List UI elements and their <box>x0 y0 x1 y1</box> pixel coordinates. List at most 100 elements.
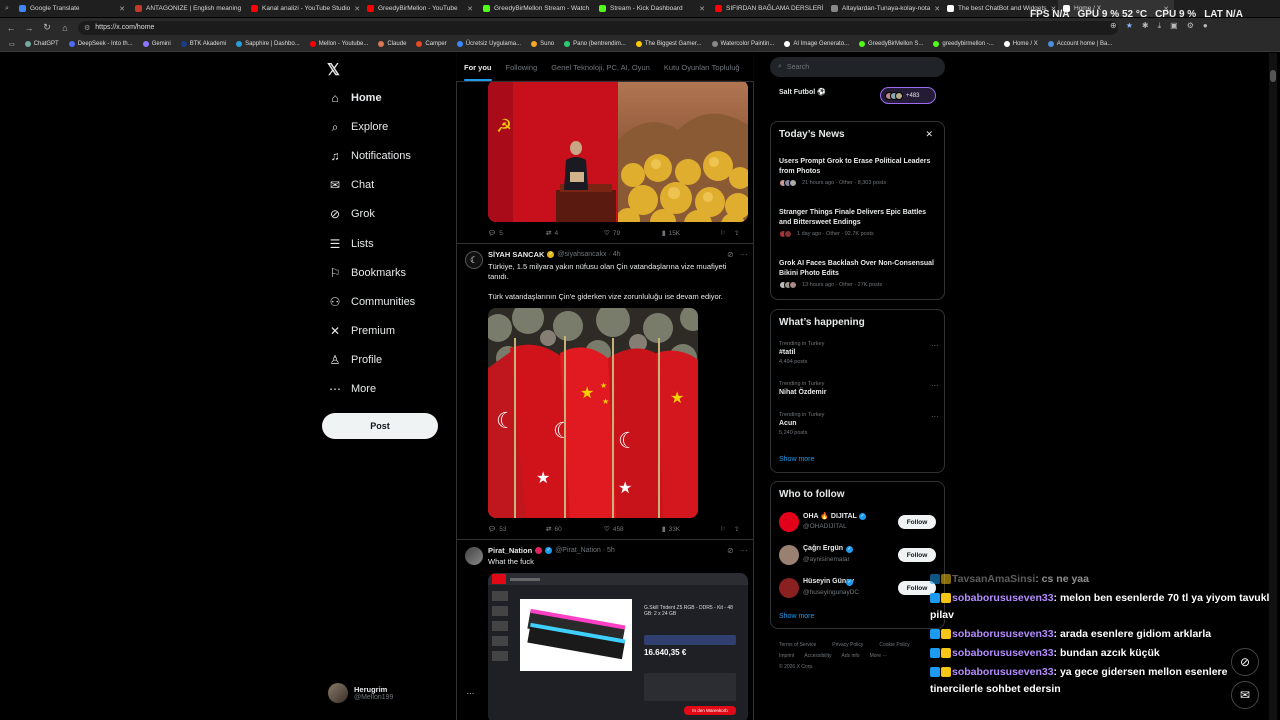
footer-link[interactable]: Privacy Policy <box>832 640 863 651</box>
trend-item[interactable]: Trending in Turkey Nihat Özdemir ··· <box>779 381 939 396</box>
bookmark-item[interactable]: greedybirmellon -... <box>928 41 998 47</box>
bookmark-item[interactable]: Ücretsiz Uygulama... <box>452 41 526 47</box>
search-input[interactable]: ⌕ Search <box>770 57 945 77</box>
sidebar-item-lists[interactable]: ☰ Lists <box>328 235 374 253</box>
tab-kutu-oyunlar-toplulu[interactable]: Kutu Oyunları Topluluğ <box>664 63 740 72</box>
share-icon[interactable]: ⇪ <box>734 229 748 237</box>
trend-item[interactable]: Trending in Turkey Acun 5,240 posts ··· <box>779 412 939 436</box>
bookmark-icon[interactable]: ⚐ <box>720 525 734 533</box>
reply-button[interactable]: 💬︎ 5 <box>488 229 546 238</box>
tab-following[interactable]: Following <box>506 63 538 72</box>
browser-tab[interactable]: ANTAGONIZE | English meaning✕ <box>130 0 246 17</box>
news-item[interactable]: Users Prompt Grok to Erase Political Lea… <box>779 157 939 187</box>
bookmark-item[interactable]: Claude <box>373 41 411 47</box>
sidebar-item-notifications[interactable]: ♫ Notifications <box>328 147 411 165</box>
bookmark-item[interactable]: BTK Akademi <box>176 41 231 47</box>
tab-genel-teknoloji-pc-ai-oyun[interactable]: Genel Teknoloji, PC, AI, Oyun <box>551 63 650 72</box>
bookmark-icon[interactable]: ⚐ <box>720 229 734 237</box>
sidebar-item-premium[interactable]: ✕ Premium <box>328 322 395 340</box>
avatar[interactable]: ☾ <box>465 251 483 269</box>
close-icon[interactable]: ✕ <box>699 5 705 13</box>
bookmark-item[interactable]: Mellon - Youtube... <box>305 41 374 47</box>
close-icon[interactable]: ✕ <box>119 5 125 13</box>
show-more-link[interactable]: Show more <box>779 456 814 463</box>
footer-link[interactable]: Ads info <box>842 651 860 662</box>
share-icon[interactable]: ⇪ <box>734 525 748 533</box>
avatar[interactable] <box>465 547 483 565</box>
more-dots-icon[interactable]: ··· <box>931 381 939 390</box>
footer-link[interactable]: Imprint <box>779 651 794 662</box>
account-switcher[interactable]: Herugrim @Mellon199 ··· <box>328 683 474 703</box>
scrollbar-thumb[interactable] <box>1270 70 1276 82</box>
download-icon[interactable]: ⤓ <box>1158 21 1162 31</box>
url-field[interactable]: ⚙ https://x.com/home <box>78 20 1118 35</box>
grok-icon[interactable]: ⊘ <box>727 546 734 555</box>
retweet-button[interactable]: ⇄ 4 <box>546 229 604 238</box>
grok-icon[interactable]: ⊘ <box>727 250 734 259</box>
bookmark-item[interactable]: Account home | Ba... <box>1043 41 1118 47</box>
forward-icon[interactable]: → <box>24 23 34 33</box>
retweet-button[interactable]: ⇄ 60 <box>546 525 604 534</box>
views-button[interactable]: ▮ 33K <box>662 525 720 534</box>
tab-search-icon[interactable]: ⌕ <box>0 5 14 13</box>
footer-link[interactable]: Cookie Policy <box>879 640 909 651</box>
grok-floating-button[interactable]: ⊘ <box>1231 648 1259 676</box>
sidebar-item-chat[interactable]: ✉ Chat <box>328 176 374 194</box>
like-button[interactable]: ♡ 79 <box>604 229 662 238</box>
sidebar-item-more[interactable]: ⋯ More <box>328 380 376 398</box>
post-button[interactable]: Post <box>322 413 438 439</box>
tweet-media-grid[interactable]: ☭ <box>488 80 748 222</box>
sidebar-item-explore[interactable]: ⌕ Explore <box>328 118 389 136</box>
reload-icon[interactable]: ↻ <box>42 22 52 33</box>
install-icon[interactable]: ⊕ <box>1110 21 1117 31</box>
bookmark-item[interactable]: Gemini <box>138 41 176 47</box>
bookmark-item[interactable]: ChatGPT <box>20 41 64 47</box>
more-dots-icon[interactable]: ··· <box>740 250 748 259</box>
tab-for-you[interactable]: For you <box>464 63 492 81</box>
settings-icon[interactable]: ⚙ <box>1187 21 1194 31</box>
like-button[interactable]: ♡ 458 <box>604 525 662 534</box>
bookmark-item[interactable]: Watercolor Paintin... <box>707 41 780 47</box>
community-card[interactable]: Salt Futbol ⚽ +483 <box>770 79 945 111</box>
browser-tab[interactable]: Altaylardan-Tunaya-kolay-nota ✕ <box>826 0 942 17</box>
flags-image[interactable]: ☾ ★ ★ ★ ★ ☾ ★ ★ ☾ <box>488 308 698 518</box>
browser-tab[interactable]: GreedyBirMellon Stream - Watch✕ <box>478 0 594 17</box>
tweet-author-name[interactable]: Pirat_Nation <box>488 546 532 555</box>
tweet-author-handle[interactable]: @Pirat_Nation · 5h <box>555 547 615 554</box>
follow-suggestion[interactable]: Hüseyin Günay ✓ @huseyingunayDC Follow <box>779 577 939 601</box>
tweet-author-handle[interactable]: @siyahsancakx · 4h <box>557 251 620 258</box>
gold-nuggets-image[interactable] <box>618 80 748 222</box>
bookmark-item[interactable]: AI Image Generato... <box>779 41 854 47</box>
extension-icon[interactable]: ✱ <box>1142 21 1149 31</box>
home-button-icon[interactable]: ⌂ <box>60 23 70 33</box>
scrollbar[interactable] <box>1269 53 1277 720</box>
close-icon[interactable]: ✕ <box>354 5 360 13</box>
back-icon[interactable]: ← <box>6 23 16 33</box>
trend-item[interactable]: Trending in Turkey #tatil 4,494 posts ··· <box>779 341 939 365</box>
footer-link[interactable]: Terms of Service <box>779 640 816 651</box>
site-info-icon[interactable]: ⚙ <box>84 24 90 32</box>
footer-link[interactable]: More ··· <box>870 651 888 662</box>
reply-button[interactable]: 💬︎ 53 <box>488 525 546 534</box>
bookmark-item[interactable]: DeepSeek - Into th... <box>64 41 138 47</box>
browser-tab[interactable]: Stream - Kick Dashboard ✕ <box>594 0 710 17</box>
browser-tab[interactable]: GreedyBirMellon - YouTube ✕ <box>362 0 478 17</box>
follow-suggestion[interactable]: Çağrı Ergün ✓ @aynisinemalar Follow <box>779 544 939 568</box>
sidebar-item-communities[interactable]: ⚇ Communities <box>328 293 416 311</box>
views-button[interactable]: ▮ 15K <box>662 229 720 238</box>
xi-podium-image[interactable]: ☭ <box>488 80 618 222</box>
x-logo-icon[interactable]: 𝕏 <box>327 60 340 80</box>
bookmark-item[interactable]: Sapphire | Dashbo... <box>231 41 305 47</box>
close-icon[interactable]: ✕ <box>934 5 940 13</box>
sidebar-item-grok[interactable]: ⊘ Grok <box>328 205 375 223</box>
footer-link[interactable]: Accessibility <box>804 651 831 662</box>
bookmarks-folder-icon[interactable]: ▭ <box>4 41 20 48</box>
browser-tab[interactable]: Kanal analizi - YouTube Studio ✕ <box>246 0 362 17</box>
tweet-author-name[interactable]: SİYAH SANCAK <box>488 250 544 259</box>
more-dots-icon[interactable]: ··· <box>931 341 939 350</box>
close-icon[interactable]: ✕ <box>925 129 933 140</box>
bookmark-item[interactable]: Camper <box>411 41 451 47</box>
sidebar-icon[interactable]: ▣ <box>1170 21 1178 31</box>
browser-tab[interactable]: Google Translate ✕ <box>14 0 130 17</box>
more-dots-icon[interactable]: ··· <box>740 546 748 555</box>
